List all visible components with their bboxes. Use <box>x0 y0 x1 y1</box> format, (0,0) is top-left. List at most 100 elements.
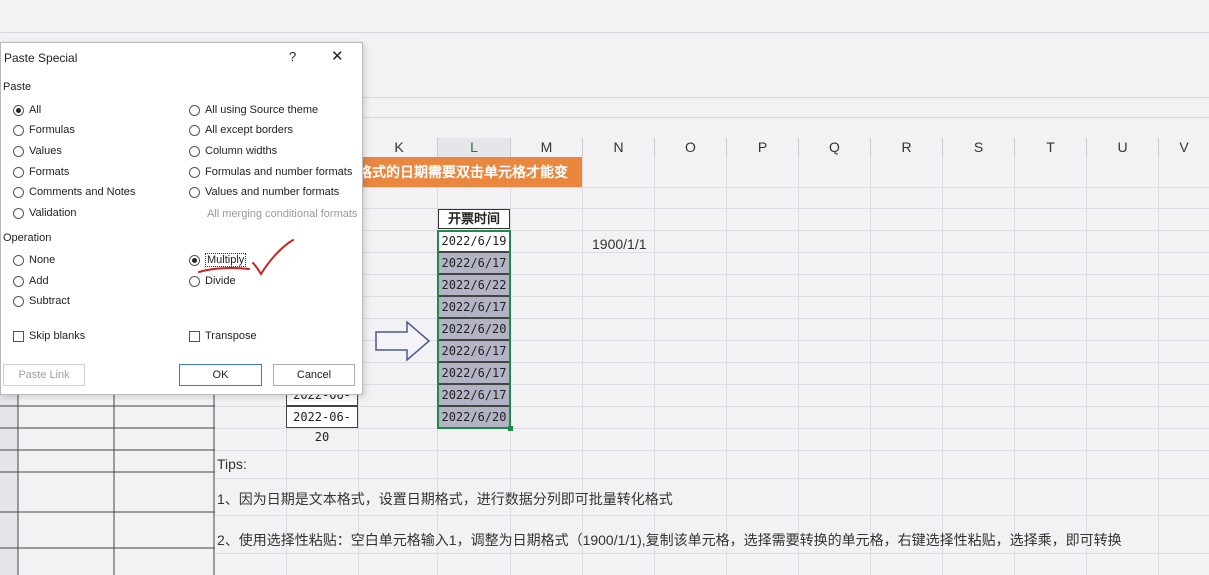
column-header-o[interactable]: O <box>655 138 727 157</box>
gridline <box>215 274 1209 275</box>
tip-1: 1、因为日期是文本格式，设置日期格式，进行数据分列即可批量转化格式 <box>217 491 673 507</box>
radio-button-icon <box>13 166 24 178</box>
gridline <box>215 478 1209 479</box>
radio-add[interactable]: Add <box>13 275 49 287</box>
cancel-button[interactable]: Cancel <box>273 364 355 386</box>
column-header-k[interactable]: K <box>361 138 438 157</box>
radio-none[interactable]: None <box>13 254 55 266</box>
tip-2: 2、使用选择性粘贴：空白单元格输入1，调整为日期格式（1900/1/1),复制该… <box>217 532 1122 548</box>
radio-formats[interactable]: Formats <box>13 166 69 178</box>
option-label: Values <box>29 145 62 157</box>
close-icon[interactable]: ✕ <box>331 47 344 65</box>
radio-button-icon <box>13 145 24 157</box>
radio-button-icon <box>13 295 24 307</box>
column-header-q[interactable]: Q <box>799 138 871 157</box>
option-label: All using Source theme <box>205 104 319 116</box>
radio-values[interactable]: Values <box>13 145 62 157</box>
title-banner[interactable]: 格式的日期需要双击单元格才能变 <box>358 157 582 187</box>
gridline <box>1158 157 1159 575</box>
gridline <box>215 318 1209 319</box>
paste-link-button[interactable]: Paste Link <box>3 364 85 386</box>
column-header-n[interactable]: N <box>583 138 655 157</box>
gridline <box>1086 157 1087 575</box>
selection-range <box>437 230 511 429</box>
gridline <box>215 362 1209 363</box>
column-header-t[interactable]: T <box>1015 138 1087 157</box>
gridline <box>215 187 1209 188</box>
gridline <box>215 252 1209 253</box>
radio-column-widths[interactable]: Column widths <box>189 145 277 157</box>
option-label: Values and number formats <box>205 186 340 198</box>
gridline <box>1014 157 1015 575</box>
radio-button-icon <box>189 104 200 116</box>
radio-all-using-source-theme[interactable]: All using Source theme <box>189 104 318 116</box>
radio-validation[interactable]: Validation <box>13 207 77 219</box>
option-label: All <box>29 104 42 116</box>
tips-title: Tips: <box>217 456 247 472</box>
gridline <box>361 117 1209 118</box>
column-header-r[interactable]: R <box>871 138 943 157</box>
column-header-v[interactable]: V <box>1159 138 1209 157</box>
column-header-p[interactable]: P <box>727 138 799 157</box>
ok-button[interactable]: OK <box>179 364 262 386</box>
checkbox-transpose[interactable]: Transpose <box>189 330 257 342</box>
radio-button-icon <box>13 254 24 266</box>
option-label: All except borders <box>205 124 294 136</box>
gridline <box>215 230 1209 231</box>
gridline <box>215 296 1209 297</box>
gridline <box>215 340 1209 341</box>
gridline <box>726 157 727 575</box>
radio-all[interactable]: All <box>13 104 41 116</box>
source-date-cell[interactable]: 2022-06-20 <box>286 406 358 444</box>
radio-formulas-and-number-formats[interactable]: Formulas and number formats <box>189 166 352 178</box>
fill-handle[interactable] <box>508 426 513 431</box>
gridline <box>798 157 799 575</box>
radio-button-icon <box>189 275 200 287</box>
gridline <box>582 157 583 575</box>
option-label: Skip blanks <box>29 330 86 342</box>
left-table <box>0 388 215 575</box>
radio-button-icon <box>13 275 24 287</box>
gridline <box>361 97 1209 98</box>
option-label: Transpose <box>205 330 257 342</box>
gridline <box>215 553 1209 554</box>
option-label: Formats <box>29 166 70 178</box>
header-cell-invoice-time[interactable]: 开票时间 <box>438 209 510 229</box>
paste-group-label: Paste <box>3 81 32 93</box>
option-label: None <box>29 254 56 266</box>
option-label: Formulas <box>29 124 75 136</box>
radio-button-icon <box>13 124 24 136</box>
option-label: Column widths <box>205 145 278 157</box>
column-header-l[interactable]: L <box>438 138 511 159</box>
checkbox-skip-blanks[interactable]: Skip blanks <box>13 330 85 342</box>
gridline <box>215 406 1209 407</box>
radio-formulas[interactable]: Formulas <box>13 124 75 136</box>
radio-subtract[interactable]: Subtract <box>13 295 70 307</box>
column-header-u[interactable]: U <box>1087 138 1159 157</box>
gridline <box>942 157 943 575</box>
option-label: Validation <box>29 207 77 219</box>
option-all-merging-conditional-formats: All merging conditional formats <box>207 208 358 220</box>
radio-button-icon <box>189 186 200 198</box>
radio-comments-and-notes[interactable]: Comments and Notes <box>13 186 135 198</box>
operation-group-label: Operation <box>3 232 52 244</box>
gridline <box>0 32 1209 33</box>
helper-cell-value[interactable]: 1900/1/1 <box>592 236 647 252</box>
gridline <box>215 208 1209 209</box>
dialog-title: Paste Special <box>4 51 78 65</box>
checkbox-icon <box>13 330 24 342</box>
gridline <box>215 450 1209 451</box>
gridline <box>215 428 1209 429</box>
gridline <box>654 157 655 575</box>
column-header-m[interactable]: M <box>511 138 583 157</box>
option-label: Comments and Notes <box>29 186 136 198</box>
radio-button-icon <box>13 186 24 198</box>
radio-all-except-borders[interactable]: All except borders <box>189 124 293 136</box>
help-button[interactable]: ? <box>289 49 296 64</box>
arrow-right-icon <box>375 320 431 362</box>
radio-button-icon <box>13 207 24 219</box>
column-header-s[interactable]: S <box>943 138 1015 157</box>
option-label: Subtract <box>29 295 70 307</box>
radio-values-and-number-formats[interactable]: Values and number formats <box>189 186 339 198</box>
checkbox-icon <box>189 330 200 342</box>
